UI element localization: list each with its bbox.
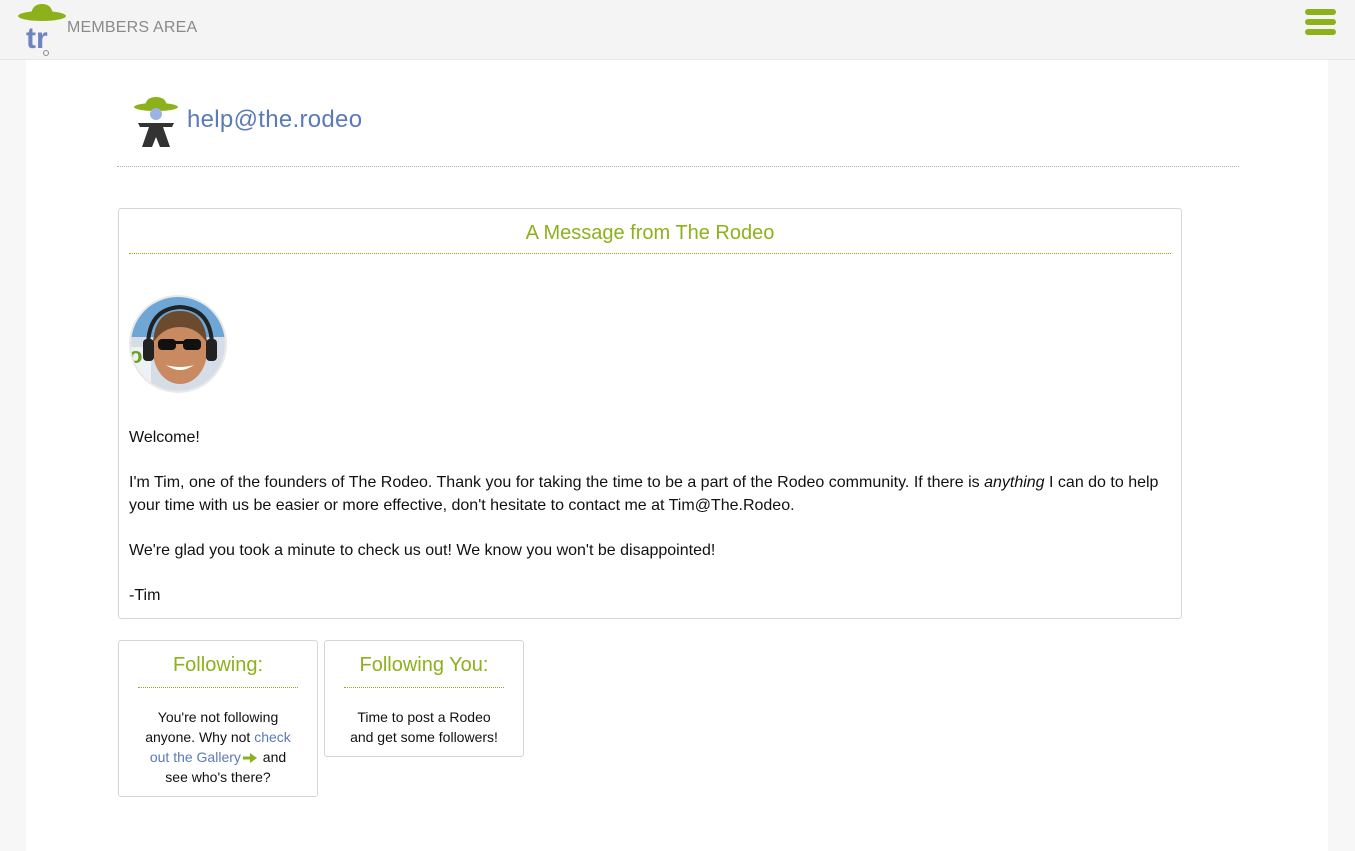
message-title-divider xyxy=(129,253,1171,254)
message-body: Welcome! I'm Tim, one of the founders of… xyxy=(129,426,1169,629)
following-text: You're not following anyone. Why not che… xyxy=(145,709,291,785)
following-title: Following: xyxy=(172,654,264,676)
main-content: help@the.rodeo A Message from The Rodeo … xyxy=(26,60,1328,851)
closing-paragraph: We're glad you took a minute to check us… xyxy=(129,542,716,559)
the-rodeo-logo-icon[interactable]: tr xyxy=(16,2,68,58)
message-title: A Message from The Rodeo xyxy=(525,222,775,244)
svg-text:tr: tr xyxy=(26,22,48,55)
hamburger-menu-icon[interactable] xyxy=(1305,9,1336,39)
following-card: Following: You're not following anyone. … xyxy=(118,640,318,797)
tim-avatar: o xyxy=(129,295,227,393)
following-you-text: Time to post a Rodeo and get some follow… xyxy=(350,709,498,745)
following-you-divider xyxy=(344,687,504,688)
following-you-card: Following You: Time to post a Rodeo and … xyxy=(324,640,524,757)
following-you-title: Following You: xyxy=(359,654,489,676)
top-bar: tr MEMBERS AREA xyxy=(0,0,1355,60)
arrow-right-icon[interactable] xyxy=(242,753,257,764)
message-card: A Message from The Rodeo o Welcome! I' xyxy=(118,208,1182,619)
intro-paragraph: I'm Tim, one of the founders of The Rode… xyxy=(129,474,1159,514)
signature-text: -Tim xyxy=(129,587,161,604)
help-email-title[interactable]: help@the.rodeo xyxy=(187,106,362,134)
cowboy-helper-icon xyxy=(134,97,178,147)
svg-text:o: o xyxy=(131,343,142,368)
members-area-label: MEMBERS AREA xyxy=(67,19,198,36)
following-divider xyxy=(138,687,298,688)
header-divider xyxy=(117,166,1239,167)
emphasis-text: anything xyxy=(984,474,1045,491)
greeting-text: Welcome! xyxy=(129,429,200,446)
